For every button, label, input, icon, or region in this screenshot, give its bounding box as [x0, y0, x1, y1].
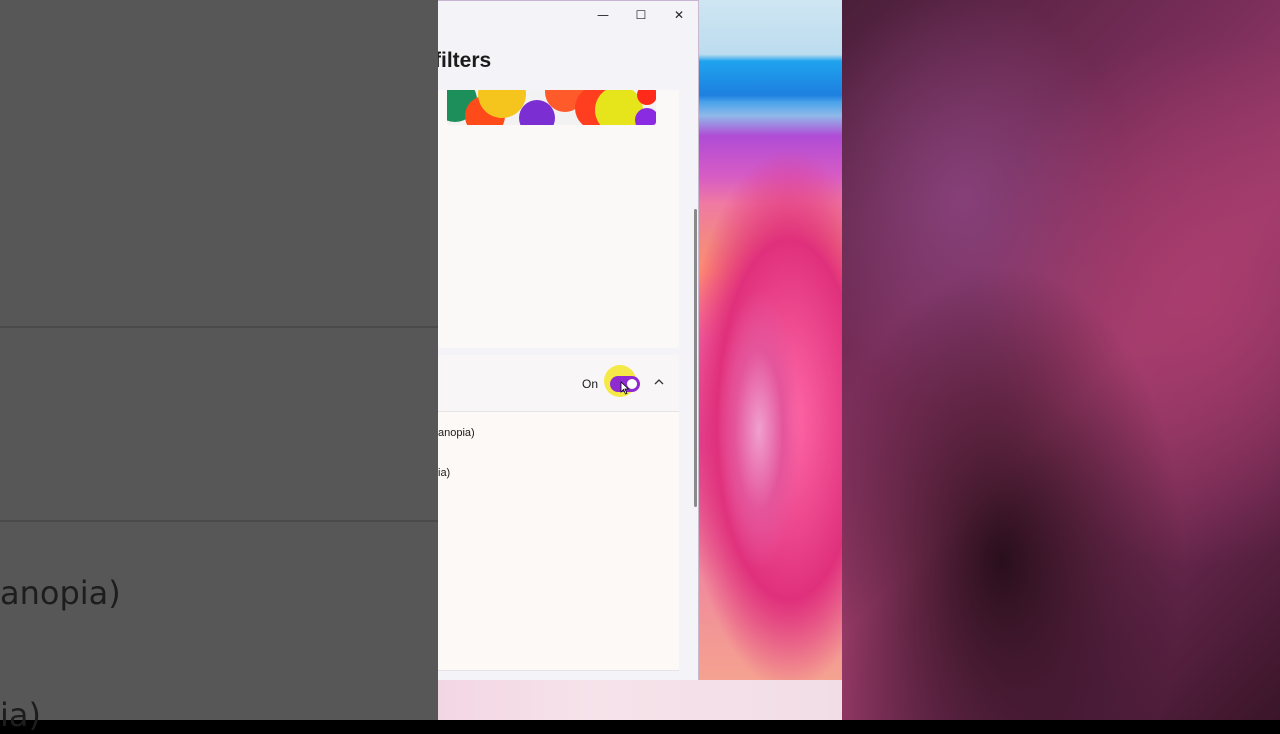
zoomed-background-right: [842, 0, 1280, 720]
desktop-wallpaper: [699, 0, 842, 680]
filter-preview-image: [447, 90, 656, 125]
filter-preview-card: [438, 90, 679, 348]
zoomed-option-text: ia): [0, 696, 41, 734]
maximize-icon: ☐: [635, 8, 647, 22]
chevron-up-icon[interactable]: [652, 375, 666, 389]
minimize-button[interactable]: —: [585, 5, 621, 25]
close-button[interactable]: ✕: [661, 5, 697, 25]
zoomed-option-text: anopia): [0, 574, 121, 612]
title-bar: — ☐ ✕: [438, 1, 698, 31]
maximize-button[interactable]: ☐: [623, 5, 659, 25]
minimize-icon: —: [597, 8, 609, 22]
vertical-scrollbar[interactable]: [694, 209, 697, 507]
taskbar: [438, 680, 842, 720]
settings-content: anopia) ia): [438, 90, 679, 671]
close-icon: ✕: [673, 8, 685, 22]
filter-option-label[interactable]: anopia): [438, 427, 475, 439]
toggle-state-label: On: [582, 377, 599, 391]
color-filters-row[interactable]: [438, 355, 679, 412]
filter-option-label[interactable]: ia): [438, 467, 450, 479]
zoomed-background-left: anopia) ia): [0, 0, 438, 734]
divider: [0, 520, 438, 522]
settings-window: — ☐ ✕ filters anopia) ia) On: [438, 0, 699, 680]
filter-options-list: anopia) ia): [438, 412, 679, 671]
page-title: filters: [438, 49, 492, 72]
mouse-pointer-icon: [620, 381, 630, 395]
divider: [0, 326, 438, 328]
color-wheels-image: [447, 90, 656, 125]
